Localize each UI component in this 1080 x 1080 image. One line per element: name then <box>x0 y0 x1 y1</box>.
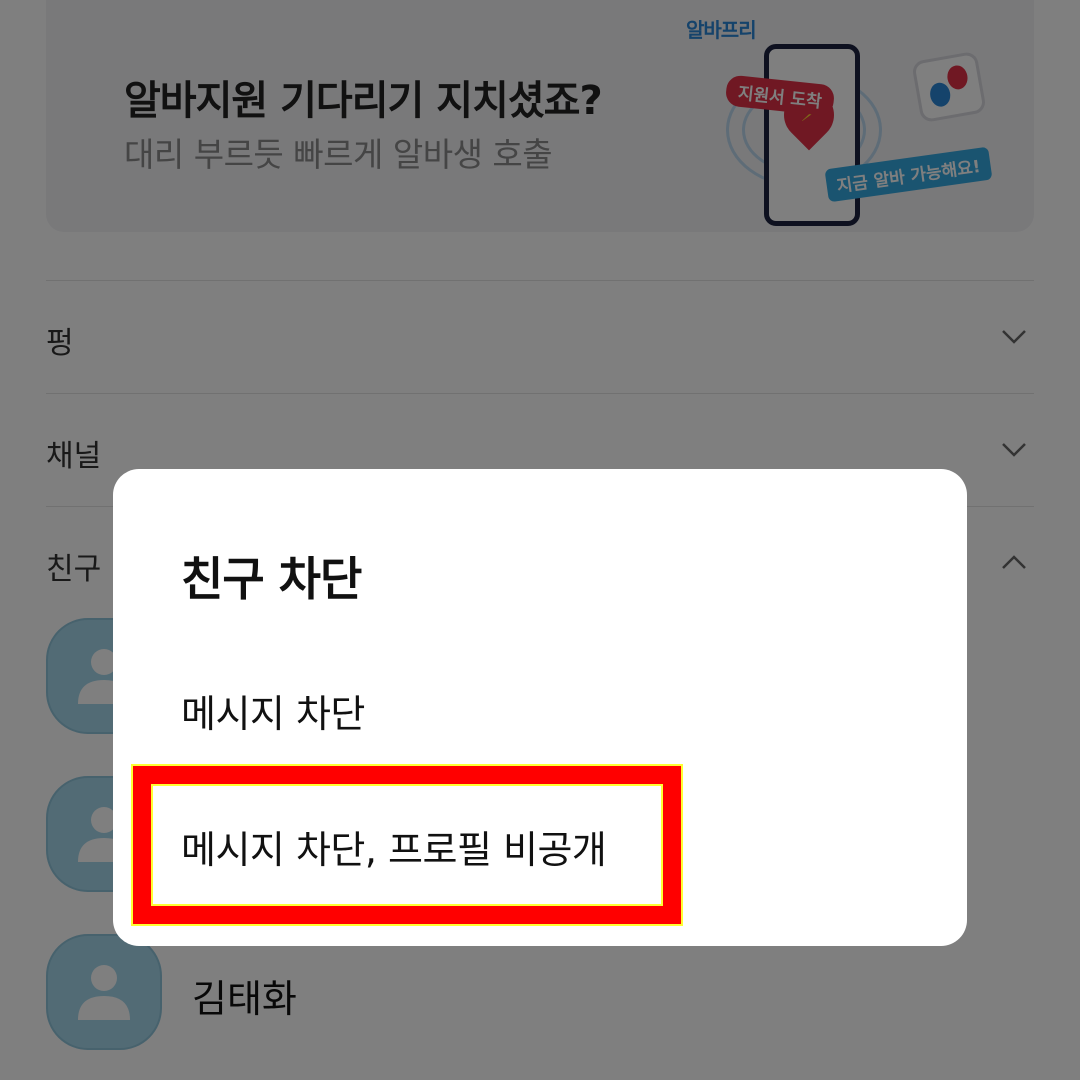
option-label: 메시지 차단 <box>181 692 365 736</box>
option-block-message[interactable]: 메시지 차단 <box>113 647 967 767</box>
dialog-title: 친구 차단 <box>181 552 362 606</box>
highlight-box <box>131 764 683 926</box>
highlight-inner-border <box>151 784 663 906</box>
app-screen: 알바지원 기다리기 지치셨죠? 대리 부르듯 빠르게 알바생 호출 알바프리 ⚡… <box>0 0 1080 1080</box>
